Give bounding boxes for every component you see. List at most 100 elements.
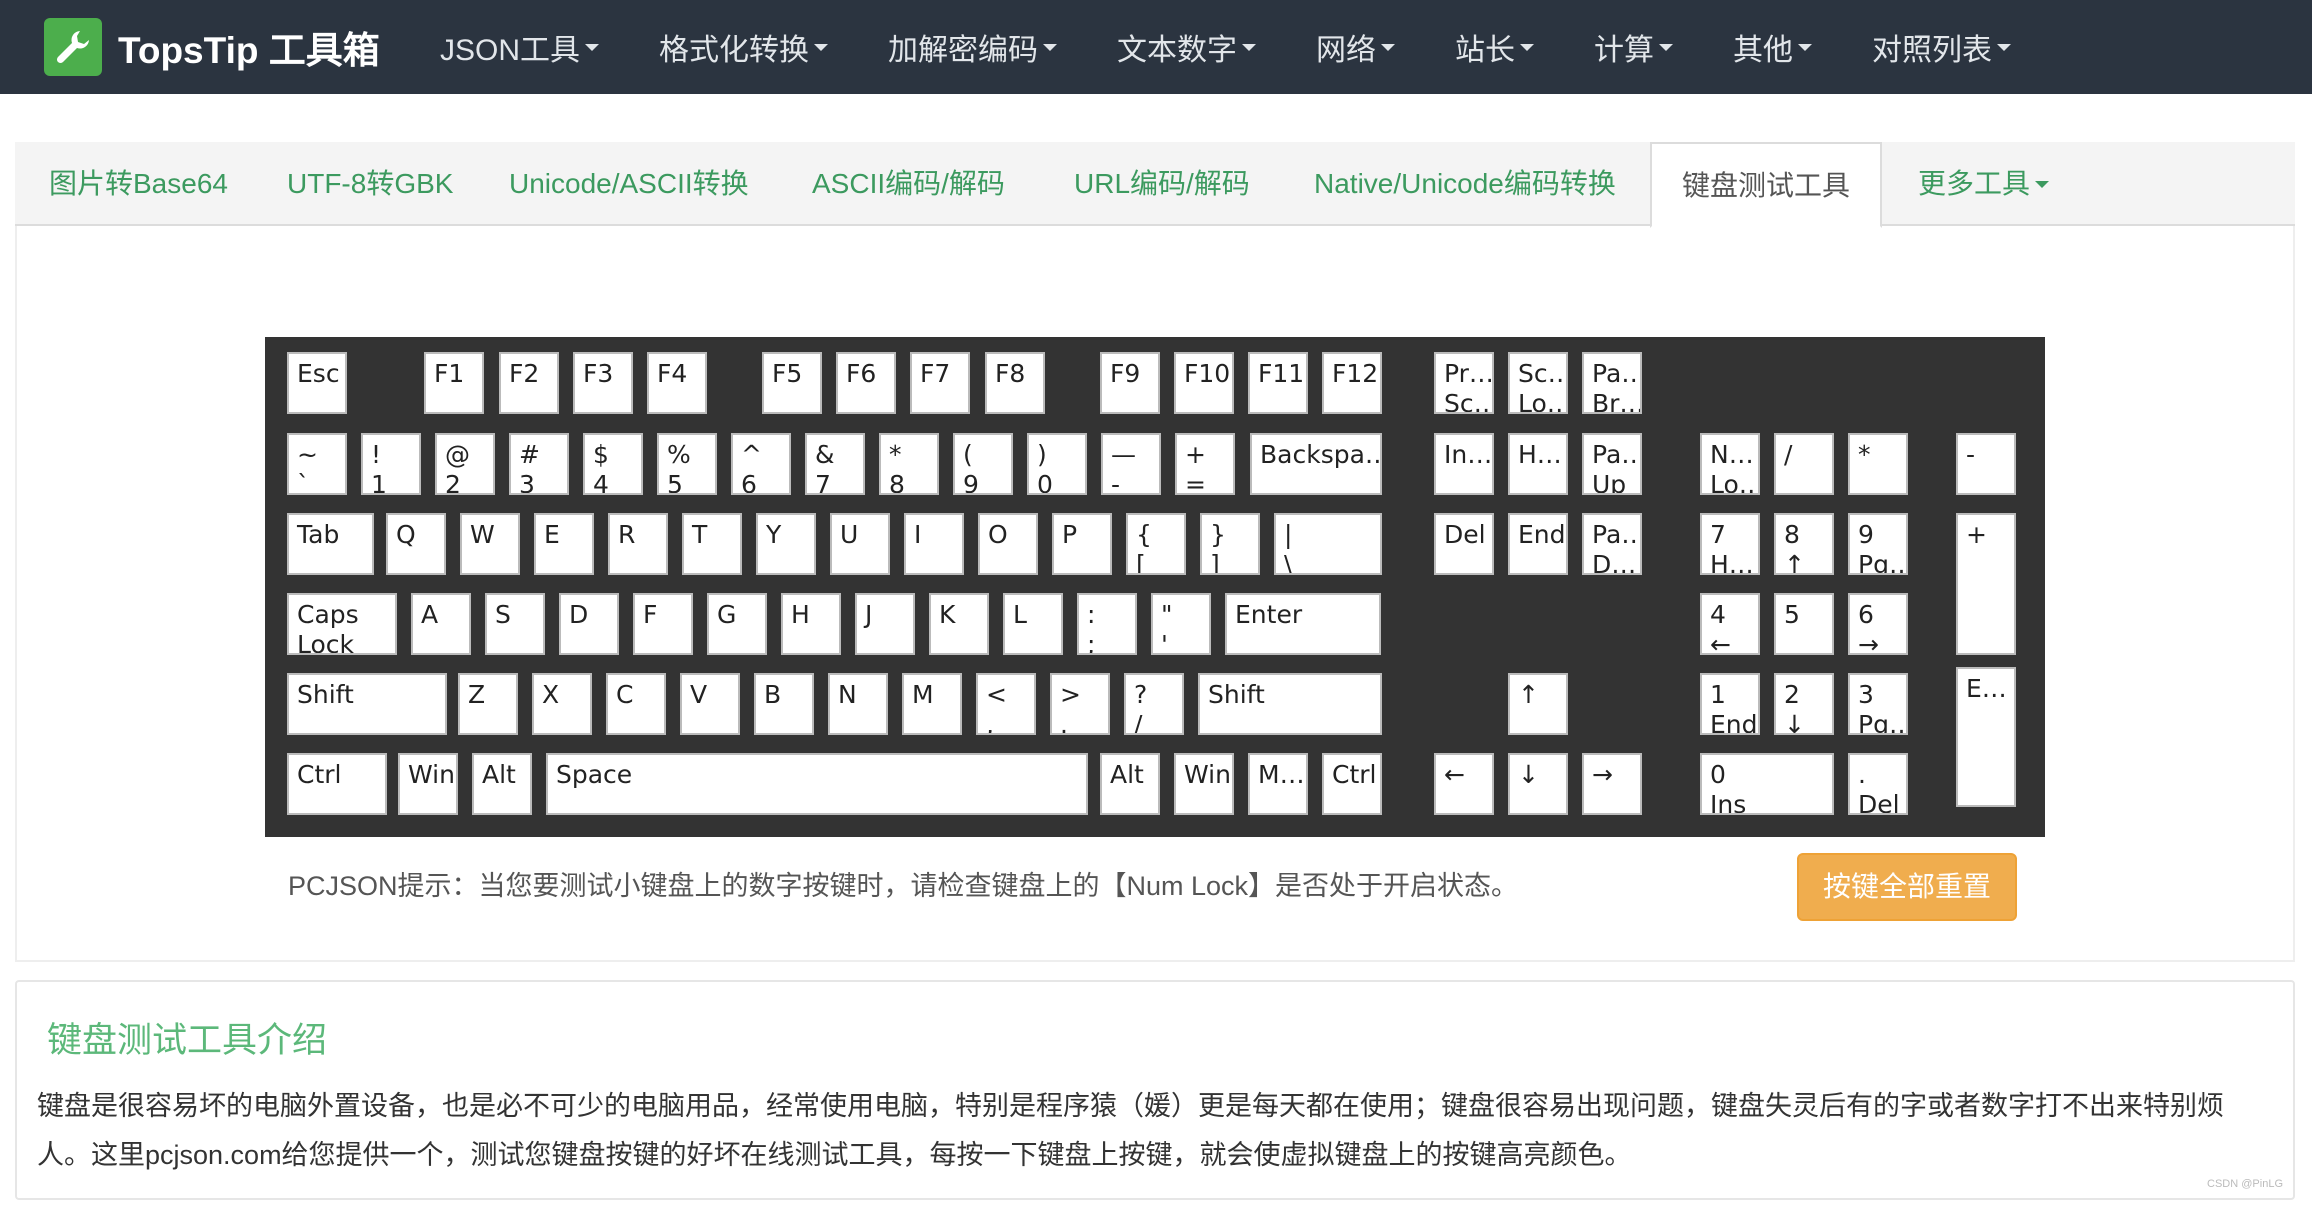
key[interactable]: W bbox=[460, 513, 520, 575]
key[interactable]: F5 bbox=[762, 352, 822, 414]
key[interactable]: - bbox=[1956, 433, 2016, 495]
key[interactable]: Backspa… bbox=[1250, 433, 1382, 495]
key[interactable]: 5 bbox=[1774, 593, 1834, 655]
key[interactable]: Caps Lock bbox=[287, 593, 397, 655]
key[interactable]: ~ ` bbox=[287, 433, 347, 495]
key[interactable]: N bbox=[828, 673, 888, 735]
key[interactable]: F2 bbox=[499, 352, 559, 414]
key[interactable]: F3 bbox=[573, 352, 633, 414]
key[interactable]: * bbox=[1848, 433, 1908, 495]
key[interactable]: F10 bbox=[1174, 352, 1234, 414]
key[interactable]: 6 → bbox=[1848, 593, 1908, 655]
key[interactable]: Pa… Up bbox=[1582, 433, 1642, 495]
tab-unicode-ascii[interactable]: Unicode/ASCII转换 bbox=[509, 142, 749, 226]
key[interactable]: X bbox=[532, 673, 592, 735]
key[interactable]: ( 9 bbox=[953, 433, 1013, 495]
key[interactable]: C bbox=[606, 673, 666, 735]
key[interactable]: ↓ bbox=[1508, 753, 1568, 815]
key[interactable]: F7 bbox=[910, 352, 970, 414]
key[interactable]: 9 Pg… bbox=[1848, 513, 1908, 575]
key[interactable]: Shift bbox=[287, 673, 447, 735]
key[interactable]: F11 bbox=[1248, 352, 1308, 414]
key[interactable]: ^ 6 bbox=[731, 433, 791, 495]
key[interactable]: U bbox=[830, 513, 890, 575]
key[interactable]: D bbox=[559, 593, 619, 655]
key[interactable]: H… bbox=[1508, 433, 1568, 495]
key[interactable]: Pa… Br… bbox=[1582, 352, 1642, 414]
menu-encrypt-encode[interactable]: 加解密编码 bbox=[888, 25, 1058, 69]
key[interactable]: 7 H… bbox=[1700, 513, 1760, 575]
key[interactable]: 4 ← bbox=[1700, 593, 1760, 655]
tab-keyboard-test[interactable]: 键盘测试工具 bbox=[1650, 142, 1883, 228]
menu-reference-lists[interactable]: 对照列表 bbox=[1872, 25, 2012, 69]
key[interactable]: L bbox=[1003, 593, 1063, 655]
key[interactable]: Del bbox=[1434, 513, 1494, 575]
key[interactable]: F9 bbox=[1100, 352, 1160, 414]
menu-webmaster[interactable]: 站长 bbox=[1455, 25, 1535, 69]
key[interactable]: ) 0 bbox=[1027, 433, 1087, 495]
tab-ascii-encode[interactable]: ASCII编码/解码 bbox=[812, 142, 1005, 226]
tab-more-tools[interactable]: 更多工具 bbox=[1918, 142, 2050, 226]
key[interactable]: M bbox=[902, 673, 962, 735]
key[interactable]: Q bbox=[386, 513, 446, 575]
key[interactable]: @ 2 bbox=[435, 433, 495, 495]
key[interactable]: ? / bbox=[1124, 673, 1184, 735]
key[interactable]: E bbox=[534, 513, 594, 575]
key[interactable]: F bbox=[633, 593, 693, 655]
tab-utf8-to-gbk[interactable]: UTF-8转GBK bbox=[287, 142, 453, 226]
brand[interactable]: TopsTip 工具箱 bbox=[44, 18, 380, 76]
key[interactable]: G bbox=[707, 593, 767, 655]
key[interactable]: E… bbox=[1956, 667, 2016, 807]
key[interactable]: V bbox=[680, 673, 740, 735]
menu-text-number[interactable]: 文本数字 bbox=[1117, 25, 1257, 69]
key[interactable]: ↑ bbox=[1508, 673, 1568, 735]
key[interactable]: Y bbox=[756, 513, 816, 575]
key[interactable]: Shift bbox=[1198, 673, 1382, 735]
key[interactable]: Sc… Lo… bbox=[1508, 352, 1568, 414]
key[interactable]: Esc bbox=[287, 352, 347, 414]
key[interactable]: | \ bbox=[1274, 513, 1382, 575]
key[interactable]: B bbox=[754, 673, 814, 735]
key[interactable]: + bbox=[1956, 513, 2016, 655]
key[interactable]: Ctrl bbox=[287, 753, 387, 815]
key[interactable]: F1 bbox=[424, 352, 484, 414]
key[interactable]: ! 1 bbox=[361, 433, 421, 495]
menu-json-tools[interactable]: JSON工具 bbox=[440, 25, 600, 69]
key[interactable]: Ctrl bbox=[1322, 753, 1382, 815]
reset-all-keys-button[interactable]: 按键全部重置 bbox=[1797, 853, 2017, 921]
key[interactable]: # 3 bbox=[509, 433, 569, 495]
key[interactable]: R bbox=[608, 513, 668, 575]
key[interactable]: % 5 bbox=[657, 433, 717, 495]
key[interactable]: Space bbox=[546, 753, 1088, 815]
key[interactable]: Enter bbox=[1225, 593, 1381, 655]
key[interactable]: 8 ↑ bbox=[1774, 513, 1834, 575]
menu-calculate[interactable]: 计算 bbox=[1594, 25, 1674, 69]
key[interactable]: P bbox=[1052, 513, 1112, 575]
key[interactable]: 1 End bbox=[1700, 673, 1760, 735]
key[interactable]: 3 Pg… bbox=[1848, 673, 1908, 735]
key[interactable]: . Del bbox=[1848, 753, 1908, 815]
key[interactable]: J bbox=[855, 593, 915, 655]
key[interactable]: F6 bbox=[836, 352, 896, 414]
key[interactable]: Alt bbox=[472, 753, 532, 815]
menu-format-convert[interactable]: 格式化转换 bbox=[659, 25, 829, 69]
key[interactable]: & 7 bbox=[805, 433, 865, 495]
key[interactable]: 0 Ins bbox=[1700, 753, 1834, 815]
key[interactable]: + = bbox=[1175, 433, 1235, 495]
key[interactable]: } ] bbox=[1200, 513, 1260, 575]
key[interactable]: End bbox=[1508, 513, 1568, 575]
key[interactable]: Z bbox=[458, 673, 518, 735]
key[interactable]: : ; bbox=[1077, 593, 1137, 655]
key[interactable]: O bbox=[978, 513, 1038, 575]
key[interactable]: F12 bbox=[1322, 352, 1382, 414]
key[interactable]: Win bbox=[1174, 753, 1234, 815]
key[interactable]: A bbox=[411, 593, 471, 655]
key[interactable]: " ' bbox=[1151, 593, 1211, 655]
key[interactable]: T bbox=[682, 513, 742, 575]
key[interactable]: F8 bbox=[985, 352, 1045, 414]
key[interactable]: 2 ↓ bbox=[1774, 673, 1834, 735]
key[interactable]: K bbox=[929, 593, 989, 655]
key[interactable]: Tab bbox=[287, 513, 374, 575]
key[interactable]: H bbox=[781, 593, 841, 655]
menu-other[interactable]: 其他 bbox=[1733, 25, 1813, 69]
